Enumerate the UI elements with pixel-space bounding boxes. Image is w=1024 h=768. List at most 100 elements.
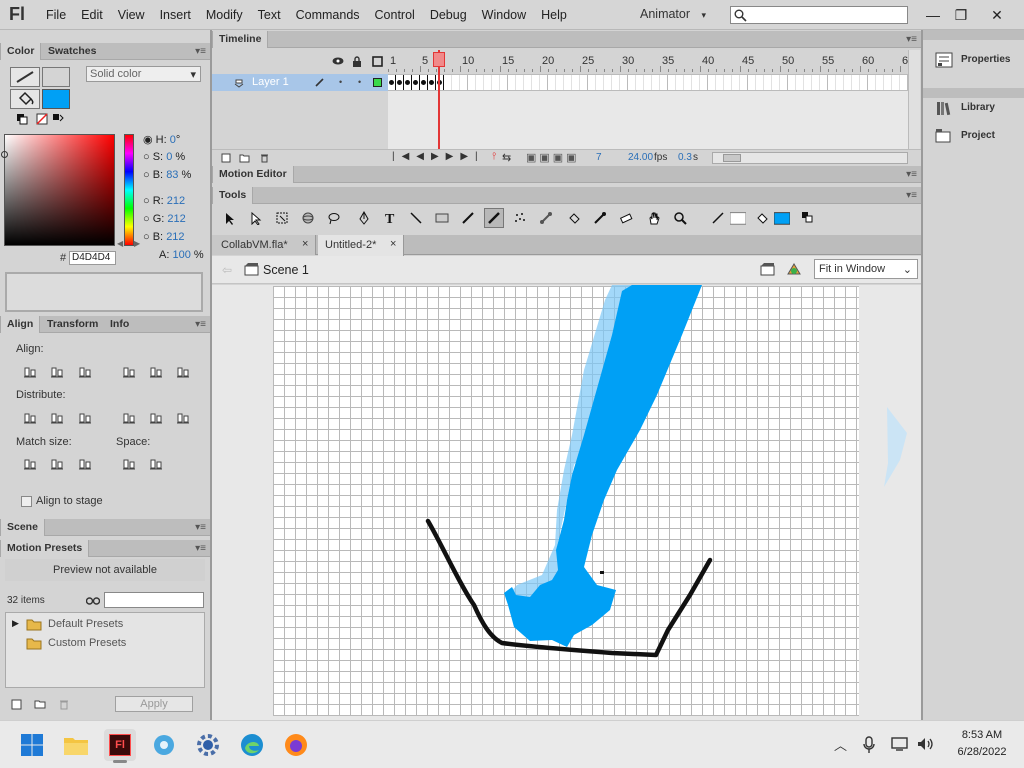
time-value[interactable]: 0.3: [678, 152, 692, 163]
selection-tool-icon[interactable]: [222, 210, 238, 226]
stroke-color-icon[interactable]: [710, 210, 726, 226]
stroke-color-swatch[interactable]: [42, 67, 70, 87]
pen-tool-icon[interactable]: [356, 210, 372, 226]
playhead-handle[interactable]: [433, 52, 445, 67]
menu-control[interactable]: Control: [375, 0, 415, 30]
project-button[interactable]: Project: [923, 126, 1024, 146]
menu-help[interactable]: Help: [541, 0, 567, 30]
subselection-tool-icon[interactable]: [248, 210, 264, 226]
brush-tool-icon[interactable]: [484, 208, 504, 228]
firefox-button[interactable]: [280, 729, 312, 761]
frame-cell[interactable]: [748, 75, 756, 90]
s-value[interactable]: 0: [166, 151, 172, 163]
frame-cell[interactable]: [772, 75, 780, 90]
match-width-icon[interactable]: [22, 456, 38, 472]
frame-cell[interactable]: [692, 75, 700, 90]
outline-icon[interactable]: [369, 53, 385, 69]
fill-type-select[interactable]: Solid color ▾: [86, 66, 201, 82]
frame-cell[interactable]: [708, 75, 716, 90]
slider-arrow-icon[interactable]: ◀: [117, 239, 123, 248]
frame-cell[interactable]: [868, 75, 876, 90]
frame-track[interactable]: [388, 74, 908, 91]
frame-cell[interactable]: [676, 75, 684, 90]
chevron-up-icon[interactable]: ︿: [834, 735, 847, 754]
layer-name[interactable]: Layer 1: [252, 76, 289, 88]
lock-dot[interactable]: •: [358, 77, 361, 87]
lock-icon[interactable]: [349, 53, 365, 69]
frame-cell[interactable]: [820, 75, 828, 90]
tab-transform[interactable]: Transform: [41, 316, 104, 333]
panel-menu-icon[interactable]: ▾≡: [195, 540, 206, 557]
fill-bucket-icon[interactable]: [754, 210, 770, 226]
h-row[interactable]: ◉ H: 0°: [143, 133, 204, 151]
frame-cell[interactable]: [668, 75, 676, 90]
edit-scene-icon[interactable]: [760, 262, 776, 276]
doc-tab-untitled[interactable]: Untitled-2* ×: [318, 235, 404, 256]
alpha-row[interactable]: A: 100 %: [143, 249, 204, 267]
expand-arrow-icon[interactable]: ▶: [12, 618, 19, 629]
frame-cell[interactable]: [780, 75, 788, 90]
frame-cell[interactable]: [548, 75, 556, 90]
frame-cell[interactable]: [468, 75, 476, 90]
frame-cell[interactable]: [460, 75, 468, 90]
frame-cell[interactable]: [524, 75, 532, 90]
search-input[interactable]: [730, 6, 908, 24]
eye-icon[interactable]: [330, 53, 346, 69]
volume-icon[interactable]: [917, 736, 935, 752]
menu-view[interactable]: View: [118, 0, 145, 30]
align-left-icon[interactable]: [22, 364, 38, 380]
back-arrow-icon[interactable]: ⇦: [222, 263, 232, 277]
workspace-switcher[interactable]: Animator ▾: [640, 7, 706, 21]
panel-menu-icon[interactable]: ▾≡: [195, 316, 206, 333]
frame-cell[interactable]: [620, 75, 628, 90]
black-white-icon[interactable]: [14, 111, 30, 127]
b-value[interactable]: 83: [166, 169, 178, 181]
no-color-icon[interactable]: [34, 111, 50, 127]
file-explorer-button[interactable]: [60, 729, 92, 761]
align-bottom-icon[interactable]: [175, 364, 191, 380]
text-tool-icon[interactable]: T: [382, 210, 398, 226]
current-frame[interactable]: 7: [596, 152, 602, 163]
menu-debug[interactable]: Debug: [430, 0, 467, 30]
frame-cell[interactable]: [732, 75, 740, 90]
menu-file[interactable]: File: [46, 0, 66, 30]
lasso-icon[interactable]: [326, 210, 342, 226]
panel-menu-icon[interactable]: ▾≡: [906, 31, 917, 48]
panel-menu-icon[interactable]: ▾≡: [906, 187, 917, 204]
b-row[interactable]: ○ B: 83 %: [143, 169, 204, 195]
fps-value[interactable]: 24.00: [628, 152, 653, 163]
hue-slider[interactable]: [124, 134, 134, 246]
panel-menu-icon[interactable]: ▾≡: [195, 43, 206, 60]
space-vertical-icon[interactable]: [121, 456, 137, 472]
timeline-empty-area[interactable]: [388, 91, 908, 149]
hand-tool-icon[interactable]: [646, 210, 662, 226]
frame-cell[interactable]: [700, 75, 708, 90]
match-both-icon[interactable]: [77, 456, 93, 472]
trash-icon[interactable]: [56, 696, 72, 712]
apply-button[interactable]: Apply: [115, 696, 193, 712]
frame-cell[interactable]: [812, 75, 820, 90]
blue-brush-stroke[interactable]: [504, 285, 907, 647]
frame-cell[interactable]: [556, 75, 564, 90]
line-tool-icon[interactable]: [408, 210, 424, 226]
color-field[interactable]: [1, 134, 115, 246]
frame-cell[interactable]: [428, 75, 436, 90]
slider-arrow-icon[interactable]: ▶: [134, 239, 140, 248]
frame-cell[interactable]: [636, 75, 644, 90]
doc-tab-collabvm[interactable]: CollabVM.fla* ×: [212, 235, 316, 255]
new-preset-icon[interactable]: [8, 696, 24, 712]
edit-symbols-icon[interactable]: [786, 262, 802, 276]
tab-align[interactable]: Align: [0, 316, 41, 333]
menu-modify[interactable]: Modify: [206, 0, 243, 30]
align-top-icon[interactable]: [121, 364, 137, 380]
microphone-icon[interactable]: [863, 736, 875, 754]
menu-edit[interactable]: Edit: [81, 0, 103, 30]
radio-icon[interactable]: ◉: [143, 134, 153, 146]
layer-color-swatch[interactable]: [373, 78, 382, 87]
frame-cell[interactable]: [652, 75, 660, 90]
start-button[interactable]: [16, 729, 48, 761]
scroll-thumb[interactable]: [723, 154, 741, 162]
swap-colors-tool-icon[interactable]: [800, 210, 816, 226]
frame-cell[interactable]: [844, 75, 852, 90]
panel-menu-icon[interactable]: ▾≡: [195, 519, 206, 536]
